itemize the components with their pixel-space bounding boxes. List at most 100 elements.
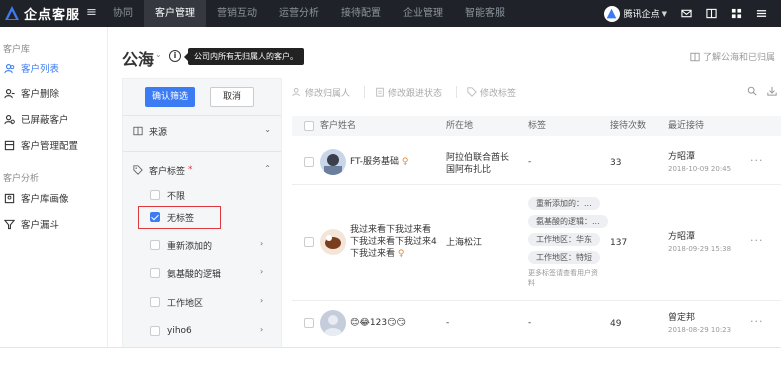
- select-all-checkbox[interactable]: [304, 121, 314, 131]
- book-icon[interactable]: [706, 8, 717, 19]
- divider: [0, 347, 781, 348]
- column-header-reception-count: 接待次数: [610, 121, 647, 131]
- filter-source-label: 来源: [149, 127, 168, 138]
- checkbox[interactable]: [150, 268, 160, 278]
- brand[interactable]: 企点客服: [4, 3, 80, 23]
- avatar[interactable]: [320, 310, 346, 336]
- portrait-icon: [4, 193, 15, 203]
- tag-option-amino-logic[interactable]: 氨基酸的逻辑: [150, 266, 221, 280]
- nav-item-analytics[interactable]: 运营分析: [268, 0, 330, 27]
- info-icon[interactable]: i: [169, 50, 181, 62]
- cancel-button[interactable]: 取消: [210, 87, 254, 107]
- mail-icon[interactable]: [681, 8, 692, 19]
- more-actions-icon[interactable]: ···: [750, 234, 764, 247]
- checkbox[interactable]: [150, 297, 160, 307]
- more-actions-icon[interactable]: ···: [750, 315, 764, 328]
- customer-tag: 工作地区：华东: [528, 233, 600, 246]
- row-checkbox[interactable]: [304, 237, 314, 247]
- learn-more-link[interactable]: 了解公海和已归属: [690, 50, 775, 63]
- sidebar-item-customer-funnel[interactable]: 客户漏斗: [4, 215, 59, 233]
- change-owner-button[interactable]: 修改归属人: [292, 86, 350, 99]
- apps-grid-icon[interactable]: [731, 8, 742, 19]
- tag-option-unlimited[interactable]: 不限: [150, 188, 185, 202]
- more-tags-hint: 更多标签请查看用户资料: [528, 269, 598, 287]
- customer-tag: 氨基酸的逻辑：...: [528, 215, 608, 228]
- customer-name[interactable]: 我过来看下我过来看下我过来看下我过来4下我过来看 ♀: [350, 224, 438, 260]
- checkbox[interactable]: [150, 190, 160, 200]
- tag-option-readded[interactable]: 重新添加的: [150, 238, 212, 252]
- nav-item-collaboration[interactable]: 协同: [102, 0, 144, 27]
- tag-option-work-region[interactable]: 工作地区: [150, 295, 203, 309]
- customer-tags-empty: -: [528, 318, 532, 328]
- sidebar-item-customer-list[interactable]: 客户列表: [4, 59, 59, 77]
- button-label: 修改跟进状态: [388, 88, 443, 99]
- checkbox[interactable]: [150, 326, 160, 336]
- sidebar-item-customer-config[interactable]: 客户管理配置: [4, 136, 78, 154]
- nav-item-reception-config[interactable]: 接待配置: [330, 0, 392, 27]
- confirm-filter-button[interactable]: 确认筛选: [145, 87, 195, 107]
- nav-item-marketing[interactable]: 营销互动: [206, 0, 268, 27]
- chevron-down-icon[interactable]: ⌄: [155, 50, 162, 59]
- customer-tag: 工作地区：特短: [528, 251, 600, 264]
- sidebar-item-label: 已屏蔽客户: [21, 115, 69, 126]
- more-actions-icon[interactable]: ···: [750, 154, 764, 167]
- button-label: 修改归属人: [305, 88, 351, 99]
- user-avatar[interactable]: [603, 5, 620, 22]
- menu-lines-icon[interactable]: [756, 8, 767, 19]
- sidebar-item-label: 客户库画像: [21, 194, 69, 205]
- top-right-tools: 腾讯企点 ▼: [603, 0, 781, 27]
- sidebar-item-customer-delete[interactable]: 客户删除: [4, 84, 59, 102]
- nav-item-customer-management[interactable]: 客户管理: [144, 0, 206, 27]
- filter-customer-tag[interactable]: 客户标签 *: [133, 162, 193, 178]
- table-tools: [737, 86, 777, 96]
- filter-source[interactable]: 来源: [133, 123, 167, 139]
- change-follow-status-button[interactable]: 修改跟进状态: [375, 86, 442, 99]
- tag-option-label: 重新添加的: [167, 241, 213, 252]
- sidebar-section-customer-library: 客户库: [3, 45, 31, 55]
- chevron-down-icon[interactable]: ⌄: [264, 125, 271, 134]
- sidebar-item-customer-portrait[interactable]: 客户库画像: [4, 189, 69, 207]
- nav-item-smart-service[interactable]: 智能客服: [454, 0, 516, 27]
- reception-count: 137: [610, 238, 628, 248]
- reception-time: 2018-10-09 20:45: [668, 165, 732, 173]
- row-checkbox[interactable]: [304, 157, 314, 167]
- reception-count: 49: [610, 319, 622, 329]
- chevron-right-icon[interactable]: ›: [260, 296, 263, 305]
- avatar[interactable]: [320, 229, 346, 255]
- agent-name: 方昭潭: [668, 152, 696, 162]
- nav-item-enterprise[interactable]: 企业管理: [392, 0, 454, 27]
- change-tag-button[interactable]: 修改标签: [467, 86, 516, 99]
- user-edit-icon: [292, 87, 300, 97]
- chevron-right-icon[interactable]: ›: [260, 325, 263, 334]
- reception-time: 2018-09-29 15:38: [668, 245, 732, 253]
- highlight-box: [138, 206, 221, 229]
- search-icon[interactable]: [747, 86, 757, 96]
- chevron-down-icon[interactable]: ▼: [662, 10, 667, 18]
- customer-location: 上海松江: [446, 238, 483, 248]
- chevron-up-icon[interactable]: ⌃: [264, 164, 271, 173]
- divider: [292, 184, 781, 185]
- funnel-icon: [4, 219, 15, 229]
- brand-logo-icon: [5, 6, 19, 20]
- row-checkbox[interactable]: [304, 318, 314, 328]
- chevron-right-icon[interactable]: ›: [260, 267, 263, 276]
- sidebar-item-blocked-customers[interactable]: 已屏蔽客户: [4, 110, 69, 128]
- tag-option-label: 氨基酸的逻辑: [167, 269, 222, 280]
- chevron-right-icon[interactable]: ›: [260, 239, 263, 248]
- checkbox[interactable]: [150, 240, 160, 250]
- customer-name[interactable]: 😊😂123😏😏: [350, 317, 406, 329]
- tag-option-label: 不限: [167, 191, 186, 202]
- avatar[interactable]: [320, 149, 346, 175]
- main-nav: 协同 客户管理 营销互动 运营分析 接待配置 企业管理 智能客服: [102, 0, 516, 27]
- book-icon: [690, 52, 700, 61]
- menu-toggle-icon[interactable]: ≡: [86, 6, 97, 20]
- customer-tag: 重新添加的：...: [528, 197, 600, 210]
- button-label: 修改标签: [480, 88, 517, 99]
- user-name[interactable]: 腾讯企点: [624, 7, 660, 20]
- table-header: 客户姓名 所在地 标签 接待次数 最近接待: [292, 116, 781, 136]
- tag-option-yiho6[interactable]: yiho6: [150, 324, 192, 338]
- tag-option-label: yiho6: [167, 326, 192, 336]
- reception-time: 2018-08-29 10:23: [668, 326, 732, 334]
- download-icon[interactable]: [767, 86, 777, 96]
- customer-name[interactable]: FT-服务基础 ♀: [350, 156, 408, 168]
